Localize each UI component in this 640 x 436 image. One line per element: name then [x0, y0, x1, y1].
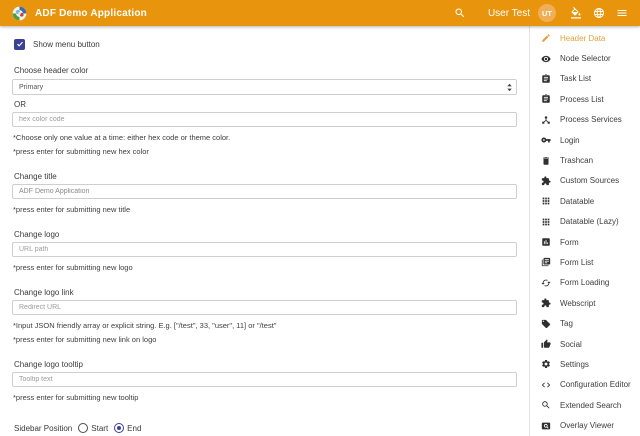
select-spinner-icon: [506, 83, 513, 92]
pageview-icon: [541, 421, 551, 431]
sidebar-position-end-radio[interactable]: [114, 423, 124, 433]
sidebar-item-overlay-viewer[interactable]: Overlay Viewer: [530, 415, 640, 435]
trash-icon: [541, 156, 551, 166]
sidebar-item-form[interactable]: Form: [530, 232, 640, 252]
sidebar-item-webscript[interactable]: Webscript: [530, 293, 640, 313]
gear-icon: [541, 359, 551, 369]
language-globe-icon[interactable]: [593, 7, 605, 19]
logo-note: *press enter for submitting new logo: [13, 263, 517, 272]
avatar[interactable]: UT: [538, 4, 556, 22]
sidebar-item-form-list[interactable]: Form List: [530, 252, 640, 272]
poll-icon: [541, 237, 551, 247]
app-logo-icon: [12, 6, 27, 21]
change-title-label: Change title: [14, 172, 517, 181]
change-logo-link-label: Change logo link: [14, 288, 517, 297]
change-logo-label: Change logo: [14, 230, 517, 239]
thumb-up-icon: [541, 339, 551, 349]
sidebar-item-datatable-lazy[interactable]: Datatable (Lazy): [530, 212, 640, 232]
sidebar-item-process-services[interactable]: Process Services: [530, 110, 640, 130]
tooltip-note: *press enter for submitting new tooltip: [13, 393, 517, 402]
sidebar-position-start-radio[interactable]: [78, 423, 88, 433]
sidebar-item-trashcan[interactable]: Trashcan: [530, 150, 640, 170]
sidebar-position-start-label: Start: [91, 424, 108, 433]
sidebar-position-label: Sidebar Position: [14, 424, 72, 433]
app-header: ADF Demo Application User Test UT: [0, 0, 640, 26]
header-color-selected-value: Primary: [19, 84, 43, 91]
grid-icon: [541, 217, 551, 227]
show-menu-checkbox[interactable]: [14, 39, 25, 50]
hex-color-note-submit: *press enter for submitting new hex colo…: [13, 147, 517, 156]
sidebar-item-social[interactable]: Social: [530, 334, 640, 354]
loop-icon: [541, 278, 551, 288]
search-icon[interactable]: [454, 7, 466, 19]
code-icon: [541, 380, 551, 390]
sidebar-item-datatable[interactable]: Datatable: [530, 191, 640, 211]
title-note: *press enter for submitting new title: [13, 205, 517, 214]
theme-color-picker-icon[interactable]: [570, 7, 582, 19]
form-list-icon: [541, 257, 551, 267]
tag-icon: [541, 319, 551, 329]
logo-tooltip-input[interactable]: [12, 372, 517, 387]
key-icon: [541, 135, 551, 145]
user-name: User Test: [488, 8, 530, 19]
logo-link-input[interactable]: [12, 300, 517, 315]
logo-link-note-submit: *press enter for submitting new link on …: [13, 335, 517, 344]
page-title: ADF Demo Application: [35, 8, 147, 19]
search-icon: [541, 400, 551, 410]
sidebar-item-task-list[interactable]: Task List: [530, 69, 640, 89]
change-logo-tooltip-label: Change logo tooltip: [14, 360, 517, 369]
sidebar-menu: Header Data Node Selector Task List Proc…: [529, 26, 640, 436]
sidebar-position-end-label: End: [127, 424, 141, 433]
sidebar-item-settings[interactable]: Settings: [530, 354, 640, 374]
sidebar-item-header-data[interactable]: Header Data: [530, 28, 640, 48]
show-menu-button-row: Show menu button: [14, 38, 517, 50]
sidebar-item-node-selector[interactable]: Node Selector: [530, 48, 640, 68]
device-hub-icon: [541, 115, 551, 125]
edit-icon: [541, 33, 551, 43]
logo-url-input[interactable]: [12, 242, 517, 257]
hex-color-input[interactable]: [12, 112, 517, 127]
sidebar-item-tag[interactable]: Tag: [530, 313, 640, 333]
hex-color-note-choose: *Choose only one value at a time: either…: [13, 133, 517, 142]
grid-icon: [541, 196, 551, 206]
header-color-select[interactable]: Primary: [12, 79, 517, 95]
sidebar-item-login[interactable]: Login: [530, 130, 640, 150]
sidebar-item-configuration-editor[interactable]: Configuration Editor: [530, 375, 640, 395]
sidebar-item-extended-search[interactable]: Extended Search: [530, 395, 640, 415]
menu-icon[interactable]: [616, 7, 628, 19]
logo-link-note-format: *Input JSON friendly array or explicit s…: [13, 321, 517, 330]
puzzle-icon: [541, 298, 551, 308]
show-menu-label: Show menu button: [33, 40, 100, 49]
header-data-settings-panel: Show menu button Choose header color Pri…: [0, 26, 529, 436]
sidebar-position-row: Sidebar Position Start End: [14, 423, 517, 433]
sidebar-item-process-list[interactable]: Process List: [530, 89, 640, 109]
clipboard-icon: [541, 94, 551, 104]
title-input[interactable]: [12, 184, 517, 199]
sidebar-item-form-loading[interactable]: Form Loading: [530, 273, 640, 293]
sidebar-item-custom-sources[interactable]: Custom Sources: [530, 171, 640, 191]
puzzle-icon: [541, 176, 551, 186]
header-color-label: Choose header color: [14, 66, 517, 75]
clipboard-icon: [541, 74, 551, 84]
or-label: OR: [14, 100, 517, 109]
eye-icon: [541, 54, 551, 64]
